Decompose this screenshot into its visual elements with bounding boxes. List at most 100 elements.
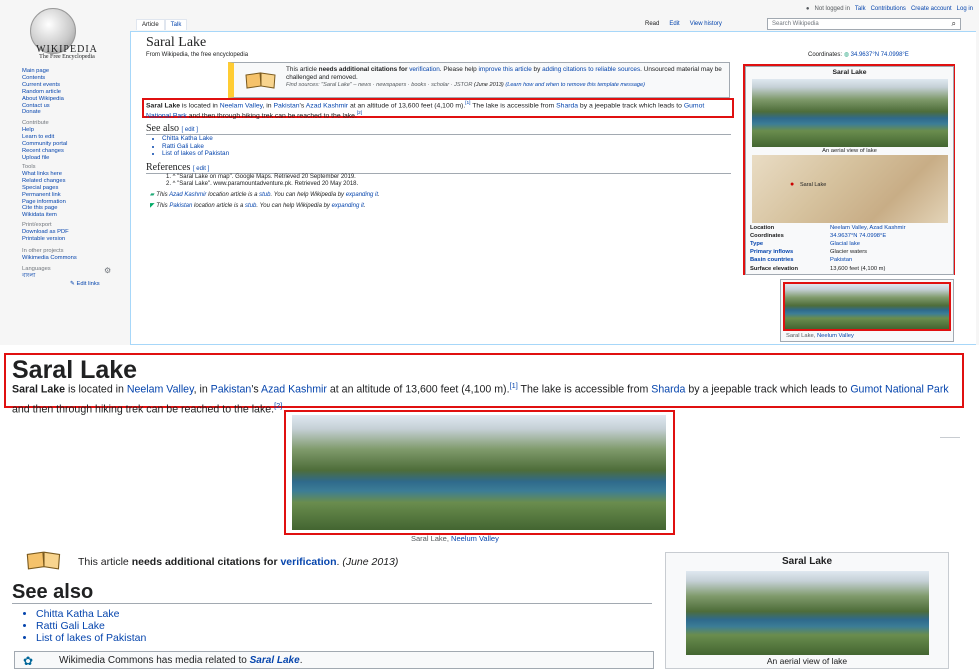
edit-links[interactable]: ✎ Edit links: [70, 281, 100, 287]
lake-aerial-image[interactable]: [686, 571, 929, 655]
tab-history[interactable]: View history: [685, 19, 727, 29]
lake-aerial-image[interactable]: [752, 79, 948, 147]
stub-link[interactable]: stub: [245, 203, 256, 209]
nav-item[interactable]: Page information: [22, 199, 122, 206]
location-map[interactable]: ● Saral Lake: [752, 155, 948, 223]
gumot-link[interactable]: Gumot National Park: [850, 384, 948, 396]
coordinates-link[interactable]: 34.9637°N 74.0998°E: [851, 52, 909, 58]
list-item[interactable]: Chitta Katha Lake: [162, 135, 229, 143]
nav-item[interactable]: Wikimedia Commons: [22, 255, 122, 262]
nav-tools: Tools What links here Related changes Sp…: [22, 164, 122, 219]
nav-heading: Print/export: [22, 222, 52, 228]
row-value[interactable]: Neelam Valley, Azad Kashmir: [830, 225, 950, 231]
edit-section-link[interactable]: [ edit ]: [182, 127, 198, 133]
nav-item[interactable]: Special pages: [22, 185, 122, 192]
tab-read[interactable]: Read: [640, 19, 664, 29]
nav-item[interactable]: Learn to edit: [22, 134, 122, 141]
row-key[interactable]: Type: [750, 241, 830, 247]
expand-link[interactable]: expanding it: [332, 203, 364, 209]
lake-thumbnail[interactable]: [783, 282, 951, 331]
search-input[interactable]: Search Wikipedia ⌕: [767, 18, 961, 30]
nav-item[interactable]: About Wikipedia: [22, 96, 122, 103]
adding-citations-link[interactable]: adding citations to reliable sources: [542, 66, 640, 73]
azad-kashmir-link[interactable]: Azad Kashmir: [306, 102, 348, 109]
sharda-link[interactable]: Sharda: [556, 102, 578, 109]
commons-link[interactable]: Saral Lake: [250, 655, 300, 666]
azad-kashmir-stub-link[interactable]: Azad Kashmir: [169, 192, 206, 198]
pakistan-stub-link[interactable]: Pakistan: [169, 203, 192, 209]
lake-large-image[interactable]: [292, 415, 666, 530]
nav-item[interactable]: What links here: [22, 171, 122, 178]
row-key[interactable]: Primary inflows: [750, 249, 830, 255]
nav-item[interactable]: Recent changes: [22, 148, 122, 155]
book-icon: [245, 72, 276, 89]
txt: This article: [286, 66, 319, 73]
list-item[interactable]: Ratti Gali Lake: [162, 143, 229, 151]
log-in-link[interactable]: Log in: [957, 6, 973, 12]
list-item[interactable]: Chitta Katha Lake: [36, 608, 146, 620]
tab-edit[interactable]: Edit: [664, 19, 684, 29]
neelam-valley-link[interactable]: Neelam Valley: [220, 102, 263, 109]
tab-talk[interactable]: Talk: [164, 19, 188, 30]
row-value[interactable]: 34.9637°N 74.0998°E: [830, 233, 950, 239]
azad-kashmir-link[interactable]: Azad Kashmir: [261, 384, 327, 396]
verification-link[interactable]: verification: [280, 556, 336, 568]
list-item[interactable]: List of lakes of Pakistan: [162, 150, 229, 158]
verification-link[interactable]: verification: [409, 66, 440, 73]
ref-1[interactable]: [1]: [510, 381, 518, 390]
ref-2[interactable]: [2]: [357, 111, 362, 116]
neelam-valley-link[interactable]: Neelam Valley: [127, 384, 194, 396]
pakistan-link[interactable]: Pakistan: [273, 102, 299, 109]
infobox-caption: An aerial view of lake: [822, 148, 877, 154]
nav-item[interactable]: Help: [22, 127, 122, 134]
nav-item[interactable]: Printable version: [22, 236, 122, 243]
stub-link[interactable]: stub: [259, 192, 270, 198]
nav-item[interactable]: Cite this page: [22, 205, 122, 212]
sharda-link[interactable]: Sharda: [651, 384, 685, 396]
improve-link[interactable]: improve this article: [479, 66, 532, 73]
nav-item[interactable]: Current events: [22, 82, 122, 89]
infobox-title: Saral Lake: [832, 69, 867, 76]
search-icon[interactable]: ⌕: [952, 19, 956, 29]
txt: .: [299, 655, 303, 666]
nav-item[interactable]: Random article: [22, 89, 122, 96]
contributions-link[interactable]: Contributions: [871, 6, 906, 12]
nav-item[interactable]: Community portal: [22, 141, 122, 148]
gear-icon[interactable]: ⚙: [104, 266, 111, 275]
expand-link[interactable]: expanding it: [346, 192, 378, 198]
pakistan-link[interactable]: Pakistan: [211, 384, 252, 396]
txt: location article is a: [206, 192, 260, 198]
reference-item: 1. ^ "Saral Lake on map". Google Maps. R…: [166, 174, 356, 180]
list-item[interactable]: Ratti Gali Lake: [36, 620, 146, 632]
nav-heading: Contribute: [22, 120, 49, 126]
txt: is located in: [65, 383, 127, 396]
nav-item[interactable]: Donate: [22, 109, 122, 116]
row-key[interactable]: Basin countries: [750, 257, 830, 263]
row-value[interactable]: Glacial lake: [830, 241, 950, 247]
find-sources[interactable]: Find sources: "Saral Lake" – news · news…: [286, 82, 472, 88]
infobox-row: Location Neelam Valley, Azad Kashmir: [750, 225, 950, 231]
nav-print: Print/export Download as PDF Printable v…: [22, 222, 122, 243]
learn-link[interactable]: (Learn how and when to remove this templ…: [504, 82, 645, 88]
create-account-link[interactable]: Create account: [911, 6, 952, 12]
nav-item[interactable]: Main page: [22, 68, 122, 75]
tab-article[interactable]: Article: [136, 19, 165, 30]
nav-item[interactable]: Wikidata item: [22, 212, 122, 219]
neelum-valley-link[interactable]: Neelum Valley: [817, 333, 854, 339]
nav-item[interactable]: Download as PDF: [22, 229, 122, 236]
row-value[interactable]: Pakistan: [830, 257, 950, 263]
neelum-valley-link[interactable]: Neelum Valley: [451, 534, 499, 543]
list-item[interactable]: List of lakes of Pakistan: [36, 632, 146, 644]
ref-2[interactable]: [2]: [274, 401, 282, 410]
infobox-row: Surface elevation 13,600 feet (4,100 m): [750, 266, 950, 272]
book-icon: [26, 551, 61, 570]
txt: Wikimedia Commons has media related to: [59, 655, 250, 666]
nav-item[interactable]: Upload file: [22, 155, 122, 162]
nav-item[interactable]: Contact us: [22, 103, 122, 110]
nav-item[interactable]: Contents: [22, 75, 122, 82]
nav-item[interactable]: Permanent link: [22, 192, 122, 199]
talk-link[interactable]: Talk: [855, 6, 866, 12]
nav-item[interactable]: Related changes: [22, 178, 122, 185]
edit-section-link[interactable]: [ edit ]: [193, 166, 209, 172]
map-pin-icon: ●: [790, 181, 795, 188]
